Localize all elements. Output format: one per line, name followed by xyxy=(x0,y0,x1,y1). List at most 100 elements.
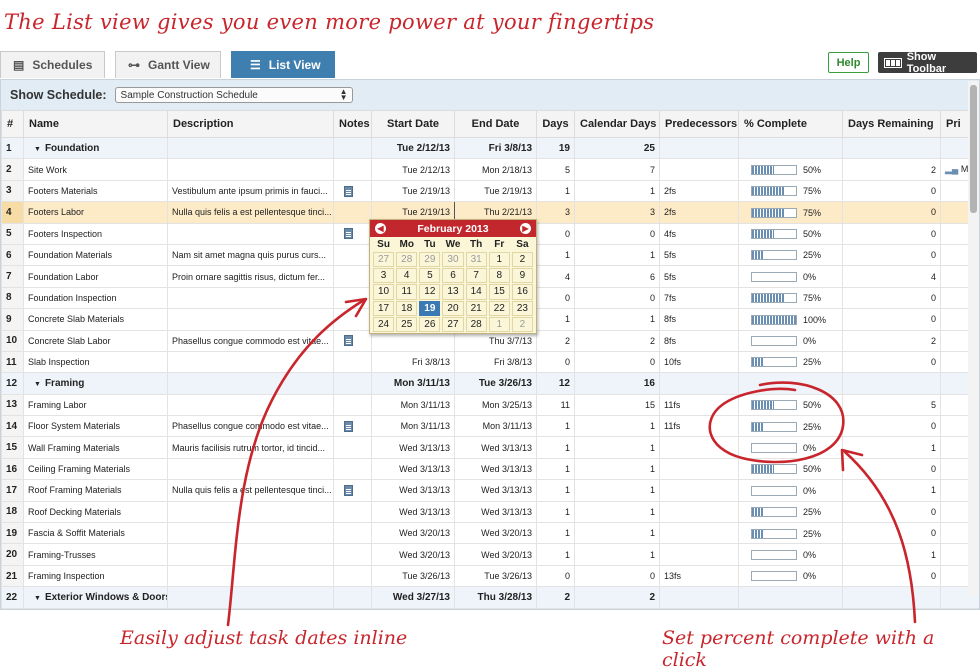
description-cell[interactable]: Phasellus congue commodo est vitae... xyxy=(168,416,334,437)
percent-complete-bar[interactable] xyxy=(751,571,797,581)
percent-complete-cell[interactable] xyxy=(739,138,843,159)
days-cell[interactable]: 0 xyxy=(537,351,575,372)
days-cell[interactable]: 1 xyxy=(537,544,575,565)
selected-day[interactable]: 19 xyxy=(419,301,440,316)
percent-complete-bar[interactable] xyxy=(751,507,797,517)
percent-complete-bar[interactable] xyxy=(751,186,797,196)
predecessors-cell[interactable]: 4fs xyxy=(660,223,739,244)
percent-complete-cell[interactable]: 25% xyxy=(739,501,843,522)
days-remaining-cell[interactable]: 0 xyxy=(843,351,941,372)
end-date-cell[interactable]: Mon 2/18/13 xyxy=(455,159,537,180)
prev-month-icon[interactable]: ◀ xyxy=(375,223,386,234)
end-date-cell[interactable]: Wed 3/20/13 xyxy=(455,544,537,565)
percent-complete-cell[interactable]: 25% xyxy=(739,416,843,437)
calendar-day[interactable]: 5 xyxy=(419,268,440,283)
calendar-day[interactable]: 17 xyxy=(373,301,394,316)
percent-complete-bar[interactable] xyxy=(751,422,797,432)
description-cell[interactable] xyxy=(168,287,334,308)
predecessors-cell[interactable] xyxy=(660,544,739,565)
col-header-percent-complete[interactable]: % Complete xyxy=(739,111,843,138)
days-cell[interactable]: 1 xyxy=(537,501,575,522)
description-cell[interactable] xyxy=(168,501,334,522)
days-remaining-cell[interactable]: 2 xyxy=(843,330,941,351)
description-cell[interactable] xyxy=(168,373,334,394)
end-date-cell[interactable]: Wed 3/13/13 xyxy=(455,437,537,458)
percent-complete-bar[interactable] xyxy=(751,229,797,239)
col-header-calendar-days[interactable]: Calendar Days xyxy=(575,111,660,138)
calendar-day[interactable]: 11 xyxy=(396,284,417,299)
calendar-day[interactable]: 20 xyxy=(442,301,463,316)
notes-cell[interactable] xyxy=(334,351,372,372)
calendar-days-cell[interactable]: 0 xyxy=(575,223,660,244)
predecessors-cell[interactable] xyxy=(660,480,739,501)
percent-complete-bar[interactable] xyxy=(751,400,797,410)
task-name-cell[interactable]: Roof Framing Materials xyxy=(24,480,168,501)
description-cell[interactable]: Proin ornare sagittis risus, dictum fer.… xyxy=(168,266,334,287)
predecessors-cell[interactable] xyxy=(660,159,739,180)
notes-cell[interactable] xyxy=(334,138,372,159)
calendar-day[interactable]: 4 xyxy=(396,268,417,283)
percent-complete-bar[interactable] xyxy=(751,165,797,175)
calendar-day[interactable]: 14 xyxy=(466,284,487,299)
calendar-day[interactable]: 2 xyxy=(512,252,533,267)
collapse-icon[interactable]: ▼ xyxy=(34,381,41,388)
note-icon[interactable] xyxy=(344,186,353,197)
collapse-icon[interactable]: ▼ xyxy=(34,146,41,153)
start-date-cell[interactable]: Wed 3/20/13 xyxy=(372,544,455,565)
days-remaining-cell[interactable]: 0 xyxy=(843,244,941,265)
calendar-days-cell[interactable]: 2 xyxy=(575,587,660,608)
notes-cell[interactable] xyxy=(334,159,372,180)
collapse-icon[interactable]: ▼ xyxy=(34,595,41,602)
col-header-predecessors[interactable]: Predecessors xyxy=(660,111,739,138)
notes-cell[interactable] xyxy=(334,458,372,479)
table-row[interactable]: 3Footers MaterialsVestibulum ante ipsum … xyxy=(2,180,980,201)
start-date-cell[interactable]: Tue 2/12/13 xyxy=(372,138,455,159)
col-header-days-remaining[interactable]: Days Remaining xyxy=(843,111,941,138)
calendar-days-cell[interactable]: 1 xyxy=(575,309,660,330)
predecessors-cell[interactable]: 10fs xyxy=(660,351,739,372)
notes-cell[interactable] xyxy=(334,180,372,201)
percent-complete-cell[interactable]: 50% xyxy=(739,394,843,415)
task-name-cell[interactable]: Wall Framing Materials xyxy=(24,437,168,458)
predecessors-cell[interactable]: 13fs xyxy=(660,565,739,586)
predecessors-cell[interactable]: 11fs xyxy=(660,394,739,415)
percent-complete-cell[interactable]: 25% xyxy=(739,244,843,265)
table-row[interactable]: 17Roof Framing MaterialsNulla quis felis… xyxy=(2,480,980,501)
tab-gantt-view[interactable]: ⊶ Gantt View xyxy=(115,51,221,78)
predecessors-cell[interactable] xyxy=(660,501,739,522)
description-cell[interactable]: Vestibulum ante ipsum primis in fauci... xyxy=(168,180,334,201)
days-remaining-cell[interactable]: 0 xyxy=(843,458,941,479)
predecessors-cell[interactable] xyxy=(660,437,739,458)
table-group-row[interactable]: 1▼FoundationTue 2/12/13Fri 3/8/131925 xyxy=(2,138,980,159)
calendar-day[interactable]: 27 xyxy=(442,317,463,332)
description-cell[interactable] xyxy=(168,565,334,586)
days-remaining-cell[interactable]: 0 xyxy=(843,416,941,437)
task-name-cell[interactable]: Concrete Slab Materials xyxy=(24,309,168,330)
table-group-row[interactable]: 22▼Exterior Windows & DoorsWed 3/27/13Th… xyxy=(2,587,980,608)
calendar-day[interactable]: 21 xyxy=(466,301,487,316)
calendar-day[interactable]: 13 xyxy=(442,284,463,299)
days-cell[interactable]: 5 xyxy=(537,159,575,180)
predecessors-cell[interactable] xyxy=(660,587,739,608)
show-toolbar-button[interactable]: Show Toolbar xyxy=(878,52,977,73)
note-icon[interactable] xyxy=(344,421,353,432)
days-cell[interactable]: 19 xyxy=(537,138,575,159)
note-icon[interactable] xyxy=(344,335,353,346)
percent-complete-cell[interactable]: 50% xyxy=(739,159,843,180)
calendar-day[interactable]: 28 xyxy=(396,252,417,267)
calendar-days-cell[interactable]: 16 xyxy=(575,373,660,394)
task-name-cell[interactable]: ▼Framing xyxy=(24,373,168,394)
days-remaining-cell[interactable]: 2 xyxy=(843,159,941,180)
predecessors-cell[interactable]: 7fs xyxy=(660,287,739,308)
notes-cell[interactable] xyxy=(334,266,372,287)
vertical-scroll-thumb[interactable] xyxy=(970,85,977,213)
percent-complete-bar[interactable] xyxy=(751,464,797,474)
predecessors-cell[interactable] xyxy=(660,458,739,479)
percent-complete-cell[interactable]: 0% xyxy=(739,437,843,458)
description-cell[interactable] xyxy=(168,544,334,565)
notes-cell[interactable] xyxy=(334,437,372,458)
percent-complete-cell[interactable]: 75% xyxy=(739,287,843,308)
predecessors-cell[interactable]: 5fs xyxy=(660,244,739,265)
percent-complete-cell[interactable]: 75% xyxy=(739,202,843,223)
description-cell[interactable] xyxy=(168,223,334,244)
